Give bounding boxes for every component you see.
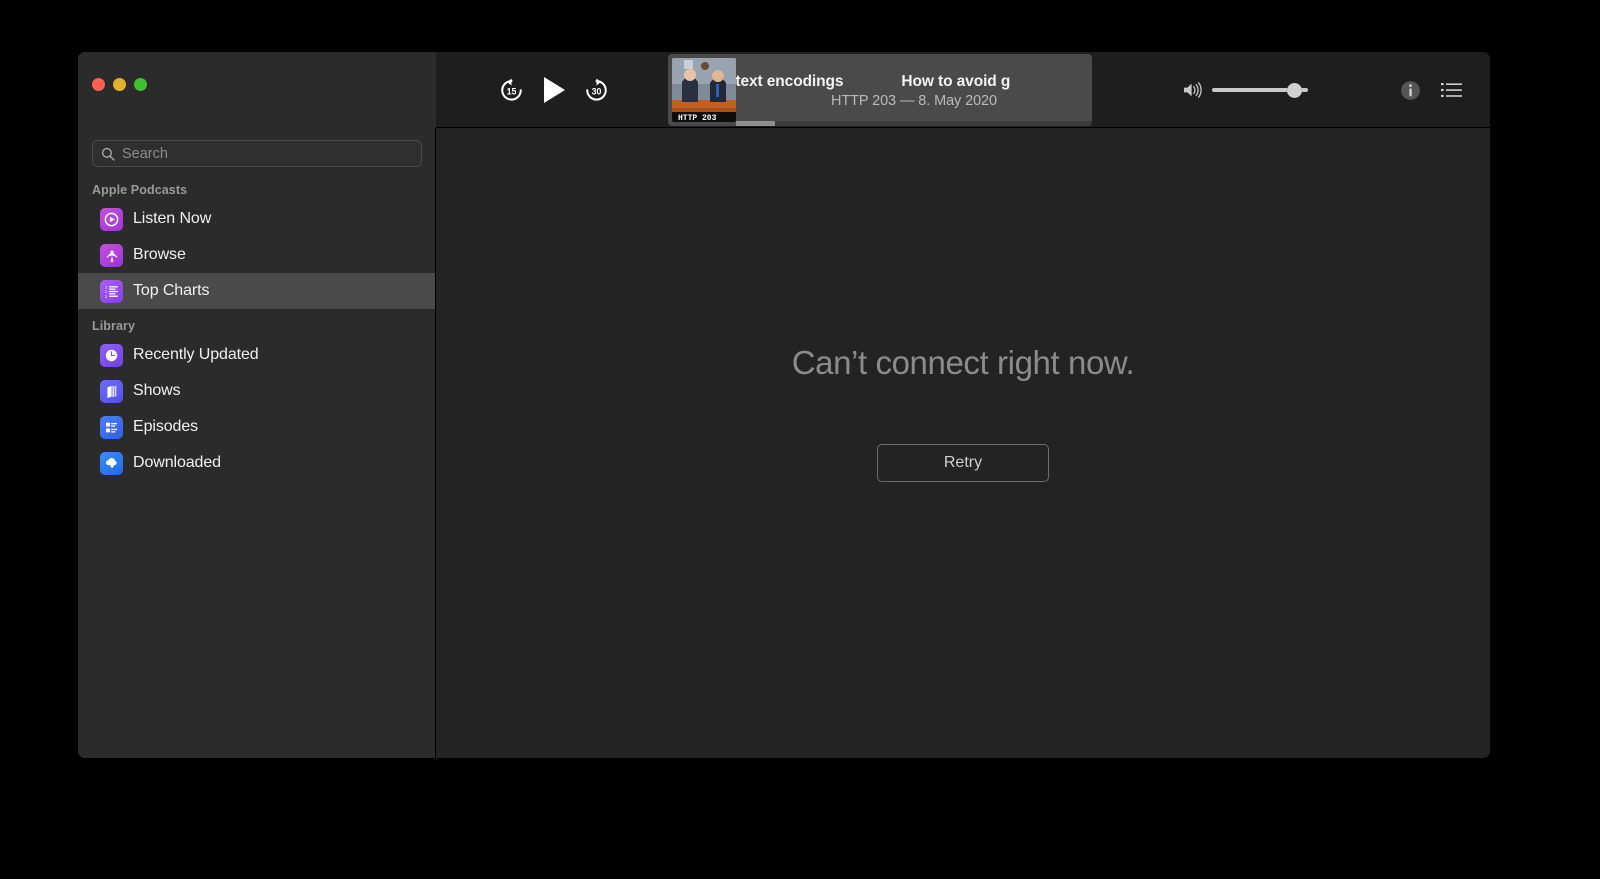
sidebar-item-downloaded[interactable]: Downloaded xyxy=(78,445,436,481)
search-container xyxy=(78,140,436,167)
search-input[interactable] xyxy=(122,145,413,162)
browse-icon xyxy=(100,243,123,267)
sidebar-item-label: Episodes xyxy=(133,418,199,435)
books-icon xyxy=(100,379,123,403)
skip-back-15-button[interactable]: 15 xyxy=(498,77,525,104)
sidebar-item-label: Browse xyxy=(133,246,186,263)
sidebar-item-top-charts[interactable]: 1 2 3 Top Charts xyxy=(78,273,436,309)
minimize-button[interactable] xyxy=(113,78,126,91)
skip-forward-30-button[interactable]: 30 xyxy=(583,77,610,104)
volume-control xyxy=(1183,81,1308,99)
skip-back-15-icon: 15 xyxy=(501,78,522,101)
sidebar-item-label: Recently Updated xyxy=(133,346,259,363)
episode-title-marquee: d by text encodings How to avoid g xyxy=(736,73,1010,91)
sidebar-item-shows[interactable]: Shows xyxy=(78,373,436,409)
sidebar-item-recently-updated[interactable]: Recently Updated xyxy=(78,337,436,373)
download-cloud-icon xyxy=(100,451,123,475)
transport-controls: 15 30 xyxy=(498,75,610,105)
speaker-wave-icon[interactable] xyxy=(1183,81,1203,99)
info-button[interactable] xyxy=(1400,80,1421,101)
play-button[interactable] xyxy=(541,75,567,105)
sidebar-item-label: Listen Now xyxy=(133,210,212,227)
close-button[interactable] xyxy=(92,78,105,91)
sidebar-section-title: Library xyxy=(92,319,136,333)
sidebar-section-title: Apple Podcasts xyxy=(92,183,188,197)
episode-title-visible: d by text encodings xyxy=(736,73,844,90)
toolbar-right-controls xyxy=(1183,80,1462,101)
now-playing-widget[interactable]: HTTP 203 d by text encodings How to avoid… xyxy=(668,54,1092,126)
sidebar-item-label: Downloaded xyxy=(133,454,221,471)
podcasts-window: 15 30 HTTP 203 text encodings How to avo… xyxy=(78,52,1490,758)
up-next-button[interactable] xyxy=(1441,82,1462,98)
sidebar-section-apple-podcasts: Apple Podcasts Listen Now Browse 1 2 3 T… xyxy=(78,183,436,309)
sidebar-item-listen-now[interactable]: Listen Now xyxy=(78,201,436,237)
episode-artwork: HTTP 203 xyxy=(672,58,736,122)
toolbar-sidebar-zone xyxy=(78,52,436,128)
volume-slider[interactable] xyxy=(1212,82,1308,98)
top-charts-icon: 1 2 3 xyxy=(100,279,123,303)
sidebar-item-browse[interactable]: Browse xyxy=(78,237,436,273)
playback-progress-fill xyxy=(736,121,776,126)
volume-slider-knob[interactable] xyxy=(1286,82,1302,98)
episode-subtitle: HTTP 203 — 8. May 2020 xyxy=(831,93,997,109)
search-box[interactable] xyxy=(92,140,422,167)
playback-progress-bar[interactable] xyxy=(736,121,1092,126)
episode-artwork-image: HTTP 203 xyxy=(672,58,736,122)
retry-button[interactable]: Retry xyxy=(877,444,1049,482)
error-title: Can’t connect right now. xyxy=(791,344,1135,381)
sidebar-item-label: Shows xyxy=(133,382,181,399)
play-icon xyxy=(544,77,565,103)
sidebar-item-episodes[interactable]: Episodes xyxy=(78,409,436,445)
now-playing-info: d by text encodings How to avoid g HTTP 2… xyxy=(736,54,1092,126)
artwork-caption: HTTP 203 xyxy=(678,114,717,122)
maximize-button[interactable] xyxy=(134,78,147,91)
sidebar-item-label: Top Charts xyxy=(133,282,210,299)
main-content: Can’t connect right now. Retry xyxy=(436,128,1490,758)
svg-text:3: 3 xyxy=(105,293,108,298)
sidebar: Apple Podcasts Listen Now xyxy=(78,128,436,758)
skip-back-amount: 15 xyxy=(507,86,517,96)
info-icon xyxy=(1401,80,1420,100)
skip-forward-30-icon: 30 xyxy=(586,78,607,101)
sidebar-section-library: Library Recently Updated Shows Episodes … xyxy=(78,319,436,481)
traffic-lights xyxy=(92,78,147,91)
episodes-list-icon xyxy=(100,415,123,439)
window-body: Apple Podcasts Listen Now xyxy=(78,128,1490,758)
episode-title-second-visible: How to avoid g xyxy=(901,73,1011,90)
queue-list-icon xyxy=(1441,83,1462,97)
clock-icon xyxy=(100,343,123,367)
toolbar: 15 30 HTTP 203 text encodings How to avo… xyxy=(78,52,1490,128)
skip-forward-amount: 30 xyxy=(592,86,602,96)
search-icon xyxy=(101,147,115,161)
toolbar-main: 15 30 HTTP 203 text encodings How to avo… xyxy=(436,52,1490,128)
listen-now-icon xyxy=(100,207,123,231)
